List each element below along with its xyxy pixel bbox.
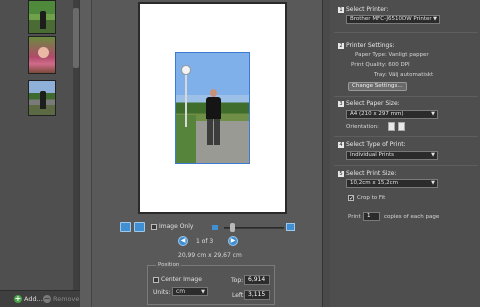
center-image-label: Center Image bbox=[161, 276, 202, 283]
scrollbar-thumb[interactable] bbox=[73, 8, 79, 68]
photo-preview[interactable] bbox=[175, 52, 250, 164]
rotate-left-icon[interactable] bbox=[120, 222, 131, 232]
step-label: Select Printer: bbox=[346, 6, 389, 13]
chevron-down-icon: ▼ bbox=[431, 180, 435, 186]
crop-to-fit-checkbox[interactable]: ✓ bbox=[348, 195, 354, 202]
position-legend: Position bbox=[156, 262, 182, 268]
paper-size-select[interactable]: A4 (210 x 297 mm) ▼ bbox=[346, 110, 438, 119]
zoom-in-icon[interactable] bbox=[286, 223, 295, 231]
tray: Tray: Välj automatiskt bbox=[374, 72, 434, 78]
thumbnail-face bbox=[38, 47, 49, 58]
thumbnail-person bbox=[40, 11, 46, 29]
step-label: Select Paper Size: bbox=[346, 100, 400, 107]
step-select-type-of-print: 4 Select Type of Print: bbox=[338, 141, 406, 148]
thumbnail-strip: + Add... − Remove bbox=[0, 0, 80, 307]
chevron-down-icon: ▼ bbox=[201, 289, 205, 295]
image-only-label: Image Only bbox=[159, 223, 194, 230]
page-navigator: ◀ 1 of 3 ▶ bbox=[178, 236, 242, 247]
top-input[interactable]: 6,914 bbox=[244, 275, 270, 285]
step-printer-settings: 2 Printer Settings: bbox=[338, 42, 395, 49]
print-preview-area: Image Only ◀ 1 of 3 ▶ 20,99 cm x 29,67 c… bbox=[92, 0, 322, 307]
plus-icon: + bbox=[14, 294, 22, 303]
panel-splitter[interactable] bbox=[80, 0, 92, 307]
page-size-readout: 20,99 cm x 29,67 cm bbox=[178, 252, 242, 259]
page-count: 1 of 3 bbox=[196, 238, 214, 245]
position-group: Position Center Image Units: cm ▼ Top: 6… bbox=[147, 262, 275, 305]
left-input[interactable]: 3,115 bbox=[244, 290, 270, 300]
print-type-select[interactable]: Individual Prints ▼ bbox=[346, 151, 438, 160]
previous-page-button[interactable]: ◀ bbox=[178, 236, 188, 246]
units-select[interactable]: cm ▼ bbox=[172, 287, 208, 296]
remove-button[interactable]: − Remove bbox=[43, 294, 79, 304]
print-label: Print bbox=[348, 214, 361, 220]
thumbnail-photo-3[interactable] bbox=[28, 80, 56, 116]
page-preview bbox=[138, 2, 287, 214]
divider bbox=[334, 32, 478, 33]
printer-value: Brother MFC-J6510DW Printer bbox=[350, 16, 432, 22]
photo-signpost bbox=[185, 67, 187, 127]
print-type-value: Individual Prints bbox=[350, 152, 395, 158]
thumbnail-footer: + Add... − Remove bbox=[0, 290, 80, 307]
zoom-out-icon[interactable] bbox=[212, 225, 218, 230]
units-label: Units: bbox=[153, 289, 171, 296]
step-number: 4 bbox=[338, 141, 344, 148]
step-number: 1 bbox=[338, 6, 344, 13]
change-settings-button[interactable]: Change Settings... bbox=[348, 82, 407, 91]
add-label: Add... bbox=[24, 295, 43, 303]
minus-icon: − bbox=[43, 294, 51, 303]
rotate-right-icon[interactable] bbox=[134, 222, 145, 232]
thumbnail-photo-1[interactable] bbox=[28, 0, 56, 34]
portrait-orientation-icon[interactable] bbox=[388, 122, 395, 131]
step-select-print-size: 5 Select Print Size: bbox=[338, 170, 396, 177]
copies-input[interactable]: 1 bbox=[363, 212, 380, 221]
paper-size-value: A4 (210 x 297 mm) bbox=[350, 111, 404, 117]
divider bbox=[334, 165, 478, 166]
step-label: Select Print Size: bbox=[346, 170, 397, 177]
step-number: 3 bbox=[338, 100, 344, 107]
copies-label: copies of each page bbox=[384, 214, 440, 220]
crop-to-fit-label: Crop to Fit bbox=[357, 195, 386, 201]
preview-controls: Image Only bbox=[120, 220, 300, 234]
print-settings-panel: 1 Select Printer: Brother MFC-J6510DW Pri… bbox=[330, 0, 480, 307]
step-number: 5 bbox=[338, 170, 344, 177]
units-value: cm bbox=[176, 288, 186, 295]
chevron-down-icon: ▼ bbox=[431, 111, 435, 117]
center-image-checkbox[interactable] bbox=[153, 277, 159, 283]
printer-select[interactable]: Brother MFC-J6510DW Printer ▼ bbox=[346, 15, 440, 24]
thumbnail-scrollbar[interactable] bbox=[73, 0, 79, 290]
step-number: 2 bbox=[338, 42, 344, 49]
chevron-down-icon: ▼ bbox=[433, 16, 437, 22]
print-size-value: 10,2cm x 15,2cm bbox=[350, 180, 399, 186]
step-label: Select Type of Print: bbox=[346, 141, 406, 148]
step-select-printer: 1 Select Printer: bbox=[338, 6, 388, 13]
chevron-down-icon: ▼ bbox=[431, 152, 435, 158]
remove-label: Remove bbox=[53, 295, 80, 303]
photo-sign bbox=[181, 65, 191, 75]
thumbnail-photo-2[interactable] bbox=[28, 36, 56, 74]
photo-person-head bbox=[210, 89, 217, 97]
next-page-button[interactable]: ▶ bbox=[228, 236, 238, 246]
thumbnail-person bbox=[40, 91, 46, 109]
landscape-orientation-icon[interactable] bbox=[398, 122, 405, 131]
step-select-paper-size: 3 Select Paper Size: bbox=[338, 100, 400, 107]
divider bbox=[334, 136, 478, 137]
photo-person-body bbox=[206, 97, 221, 119]
print-quality: Print Quality: 600 DPI bbox=[351, 62, 410, 68]
step-label: Printer Settings: bbox=[346, 42, 395, 49]
preview-scrollbar[interactable] bbox=[322, 0, 330, 307]
top-label: Top: bbox=[231, 277, 244, 284]
photo-person-legs bbox=[207, 119, 220, 145]
print-size-select[interactable]: 10,2cm x 15,2cm ▼ bbox=[346, 179, 438, 188]
add-button[interactable]: + Add... bbox=[14, 294, 43, 304]
image-only-checkbox[interactable] bbox=[151, 224, 157, 230]
zoom-slider-handle[interactable] bbox=[230, 223, 235, 232]
divider bbox=[334, 96, 478, 97]
paper-type: Paper Type: Vanligt papper bbox=[355, 52, 429, 58]
orientation-label: Orientation: bbox=[346, 124, 379, 130]
